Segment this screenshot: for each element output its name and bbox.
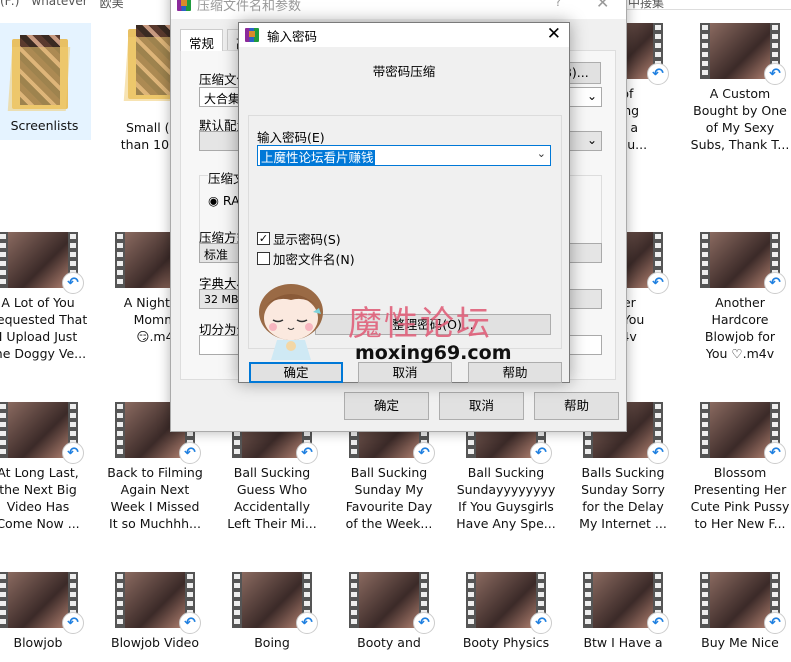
- video-file-item[interactable]: ↶A Lot of You Requested That I Upload Ju…: [0, 232, 93, 362]
- video-file-item[interactable]: ↶ Blowjob: [0, 572, 93, 651]
- ok-button[interactable]: 确定: [344, 392, 429, 420]
- shortcut-arrow-icon: ↶: [530, 612, 552, 634]
- shortcut-arrow-icon: ↶: [647, 63, 669, 85]
- shortcut-arrow-icon: ↶: [647, 442, 669, 464]
- close-icon[interactable]: ✕: [547, 24, 561, 44]
- file-label: Booty Physics: [462, 635, 550, 650]
- video-thumbnail-icon: ↶: [466, 572, 552, 634]
- chevron-down-icon: ⌄: [586, 89, 597, 103]
- close-icon[interactable]: ✕: [596, 0, 609, 12]
- organize-passwords-button[interactable]: 整理密码(O)...: [315, 314, 551, 335]
- file-label: Ball Sucking Sundayyyyyyyy If You Guysgi…: [456, 465, 556, 531]
- video-file-item[interactable]: ↶ Buy Me Nice: [685, 572, 791, 651]
- video-thumbnail-icon: ↶: [700, 23, 786, 85]
- shortcut-arrow-icon: ↶: [413, 612, 435, 634]
- video-file-item[interactable]: ↶ Booty and: [334, 572, 444, 651]
- title-bar: 输入密码: [239, 23, 569, 47]
- file-label: Blowjob Video: [111, 635, 199, 650]
- help-button[interactable]: 帮助: [534, 392, 619, 420]
- password-input[interactable]: 上魔性论坛看片赚钱 ⌄: [257, 145, 551, 166]
- video-file-item[interactable]: ↶ Blossom Presenting Her Cute Pink Pussy …: [685, 402, 791, 532]
- file-label: Another Hardcore Blowjob for You ♡.m4v: [704, 295, 776, 361]
- video-thumbnail-icon: ↶: [700, 572, 786, 634]
- file-label: Ball Sucking Sunday My Favourite Day of …: [345, 465, 433, 531]
- file-label: Btw I Have a: [583, 635, 663, 650]
- shortcut-arrow-icon: ↶: [62, 612, 84, 634]
- shortcut-arrow-icon: ↶: [530, 442, 552, 464]
- password-label: 输入密码(E): [257, 130, 325, 145]
- video-thumbnail-icon: ↶: [349, 572, 435, 634]
- file-label: Buy Me Nice: [701, 635, 779, 650]
- shortcut-arrow-icon: ↶: [296, 612, 318, 634]
- video-file-item[interactable]: ↶ Boing: [217, 572, 327, 651]
- shortcut-arrow-icon: ↶: [413, 442, 435, 464]
- video-thumbnail-icon: ↶: [115, 572, 201, 634]
- file-label: Boing: [254, 635, 290, 650]
- help-icon[interactable]: ?: [555, 0, 561, 9]
- winrar-icon: [177, 0, 191, 11]
- video-file-item[interactable]: ↶ Blowjob Video: [100, 572, 210, 651]
- password-value: 上魔性论坛看片赚钱: [260, 150, 375, 165]
- video-file-item[interactable]: ↶ Another Hardcore Blowjob for You ♡.m4v: [685, 232, 791, 362]
- file-label: A Lot of You Requested That I Upload Jus…: [0, 295, 88, 361]
- dialog-title: 输入密码: [267, 28, 318, 44]
- file-label: Balls Sucking Sunday Sorry for the Delay…: [579, 465, 667, 531]
- shortcut-arrow-icon: ↶: [179, 442, 201, 464]
- video-file-item[interactable]: ↶ At Long Last, the Next Big Video Has Co…: [0, 402, 93, 532]
- file-label: A Custom Bought by One of My Sexy Subs, …: [690, 86, 790, 152]
- file-label: Ball Sucking Guess Who Accidentally Left…: [227, 465, 317, 531]
- help-button[interactable]: 帮助: [468, 362, 562, 383]
- shortcut-arrow-icon: ↶: [647, 272, 669, 294]
- password-dialog: 输入密码 ✕ 带密码压缩 输入密码(E) 上魔性论坛看片赚钱 ⌄ ✓ 显示密码(…: [238, 22, 570, 383]
- cancel-button[interactable]: 取消: [439, 392, 524, 420]
- video-thumbnail-icon: ↶: [700, 232, 786, 294]
- video-file-item[interactable]: ↶ Btw I Have a: [568, 572, 678, 651]
- video-thumbnail-icon: ↶: [0, 572, 84, 634]
- dialog-title: 压缩文件名和参数: [197, 0, 302, 14]
- encrypt-filenames-checkbox[interactable]: 加密文件名(N): [257, 249, 355, 268]
- winrar-icon: [245, 28, 259, 42]
- file-label: At Long Last, the Next Big Video Has Com…: [0, 465, 80, 531]
- shortcut-arrow-icon: ↶: [764, 442, 786, 464]
- video-file-item[interactable]: ↶ A Custom Bought by One of My Sexy Subs,…: [685, 23, 791, 153]
- checkbox-checked-icon: ✓: [257, 232, 270, 245]
- show-password-checkbox[interactable]: ✓ 显示密码(S): [257, 229, 341, 248]
- shortcut-arrow-icon: ↶: [647, 612, 669, 634]
- video-thumbnail-icon: ↶: [0, 402, 84, 464]
- video-thumbnail-icon: ↶: [583, 572, 669, 634]
- ok-button[interactable]: 确定: [249, 362, 343, 383]
- video-thumbnail-icon: ↶: [700, 402, 786, 464]
- folder-icon: [7, 33, 71, 111]
- file-label: Screenlists: [10, 118, 79, 133]
- tab-general[interactable]: 常规: [180, 29, 224, 51]
- video-thumbnail-icon: ↶: [232, 572, 318, 634]
- shortcut-arrow-icon: ↶: [296, 442, 318, 464]
- checkbox-unchecked-icon: [257, 252, 270, 265]
- dialog-subtitle: 带密码压缩: [372, 64, 436, 79]
- file-label: Back to Filming Again Next Week I Missed…: [107, 465, 203, 531]
- shortcut-arrow-icon: ↶: [764, 272, 786, 294]
- shortcut-arrow-icon: ↶: [764, 63, 786, 85]
- file-label: Booty and: [357, 635, 421, 650]
- video-file-item[interactable]: ↶ Booty Physics: [451, 572, 561, 651]
- video-thumbnail-icon: ↶: [0, 232, 84, 294]
- cancel-button[interactable]: 取消: [358, 362, 452, 383]
- shortcut-arrow-icon: ↶: [764, 612, 786, 634]
- folder-item[interactable]: Screenlists: [0, 23, 91, 140]
- shortcut-arrow-icon: ↶: [179, 612, 201, 634]
- file-label: Blowjob: [13, 635, 63, 650]
- file-label: Blossom Presenting Her Cute Pink Pussy t…: [690, 465, 790, 531]
- shortcut-arrow-icon: ↶: [62, 442, 84, 464]
- shortcut-arrow-icon: ↶: [62, 272, 84, 294]
- chevron-down-icon[interactable]: ⌄: [537, 147, 546, 160]
